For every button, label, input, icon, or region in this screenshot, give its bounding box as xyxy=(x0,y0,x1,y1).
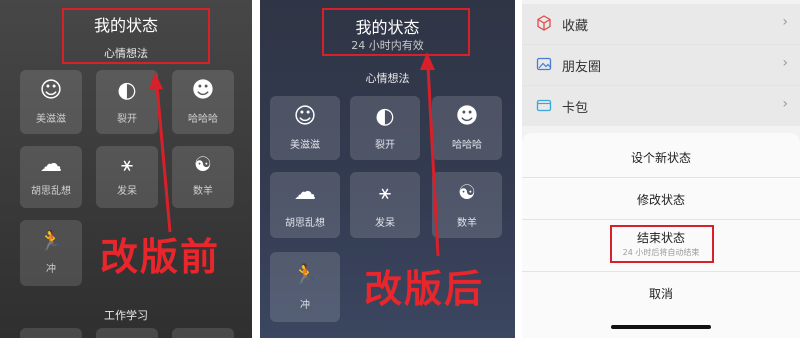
divider xyxy=(522,177,800,178)
menu-item-label: 收藏 xyxy=(562,19,589,34)
menu-item-wallet[interactable]: 卡包 › xyxy=(522,86,800,126)
menu-item-label: 朋友圈 xyxy=(562,60,602,75)
chevron-right-icon: › xyxy=(782,55,788,71)
menu-panel: 收藏 › 朋友圈 › 卡包 › 设个新状态 修改状态 结束状态 24 小时后将自… xyxy=(522,0,800,338)
chevron-right-icon: › xyxy=(782,96,788,112)
action-sheet: 设个新状态 修改状态 结束状态 24 小时后将自动结束 取消 xyxy=(522,133,800,338)
menu-item-favorites[interactable]: 收藏 › xyxy=(522,4,800,44)
home-indicator xyxy=(611,325,711,329)
menu-item-label: 卡包 xyxy=(562,101,589,116)
arrow-annotation xyxy=(149,72,172,233)
chevron-right-icon: › xyxy=(782,14,788,30)
divider xyxy=(522,271,800,272)
cube-icon xyxy=(536,15,552,35)
wallet-icon xyxy=(536,97,552,117)
menu-item-moments[interactable]: 朋友圈 › xyxy=(522,45,800,85)
set-new-status-button[interactable]: 设个新状态 xyxy=(522,149,800,166)
modify-status-button[interactable]: 修改状态 xyxy=(522,191,800,208)
highlight-box xyxy=(610,225,714,263)
caption-after: 改版后 xyxy=(364,267,485,311)
image-icon xyxy=(536,56,552,76)
divider xyxy=(522,219,800,220)
before-panel: 我的状态 心情想法 ☺ 美滋滋 ◐ 裂开 ☻ 哈哈哈 ☁ 胡思乱想 ⚹ 发呆 ☯… xyxy=(0,0,252,338)
cancel-button[interactable]: 取消 xyxy=(522,285,800,302)
caption-before: 改版前 xyxy=(100,235,221,279)
after-panel: 我的状态 24 小时内有效 心情想法 ☺ 美滋滋 ◐ 裂开 ☻ 哈哈哈 ☁ 胡思… xyxy=(260,0,515,338)
